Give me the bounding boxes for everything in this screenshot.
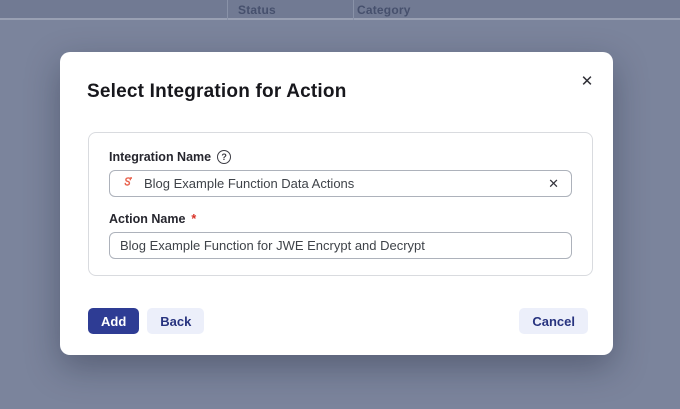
clear-icon[interactable]: ✕ [546,177,561,190]
add-button[interactable]: Add [88,308,140,334]
integration-name-label: Integration Name ? [109,150,572,164]
column-divider [353,0,354,20]
fields-card: Integration Name ? ✕ Action Name * [88,132,593,276]
integration-name-input[interactable] [144,176,538,191]
action-name-label: Action Name * [109,212,572,226]
column-header-category: Category [357,3,411,17]
footer-left-buttons: Add Back [88,308,205,334]
required-asterisk: * [191,212,197,226]
dialog-title: Select Integration for Action [87,81,347,102]
column-divider [227,0,228,20]
integration-name-label-text: Integration Name [109,150,212,164]
cancel-button[interactable]: Cancel [519,308,588,334]
dialog-footer: Add Back Cancel [88,308,588,334]
back-button[interactable]: Back [147,308,205,334]
integration-function-icon [124,176,133,186]
action-name-input[interactable] [120,238,561,253]
action-name-field[interactable] [109,232,572,259]
integration-name-field[interactable]: ✕ [109,170,572,197]
close-icon[interactable]: ✕ [576,70,598,92]
help-icon[interactable]: ? [217,150,232,164]
column-header-status: Status [238,3,276,17]
action-name-label-text: Action Name [109,212,186,226]
background-table-header: Status Category [0,0,680,20]
select-integration-dialog: Select Integration for Action ✕ Integrat… [60,52,613,355]
